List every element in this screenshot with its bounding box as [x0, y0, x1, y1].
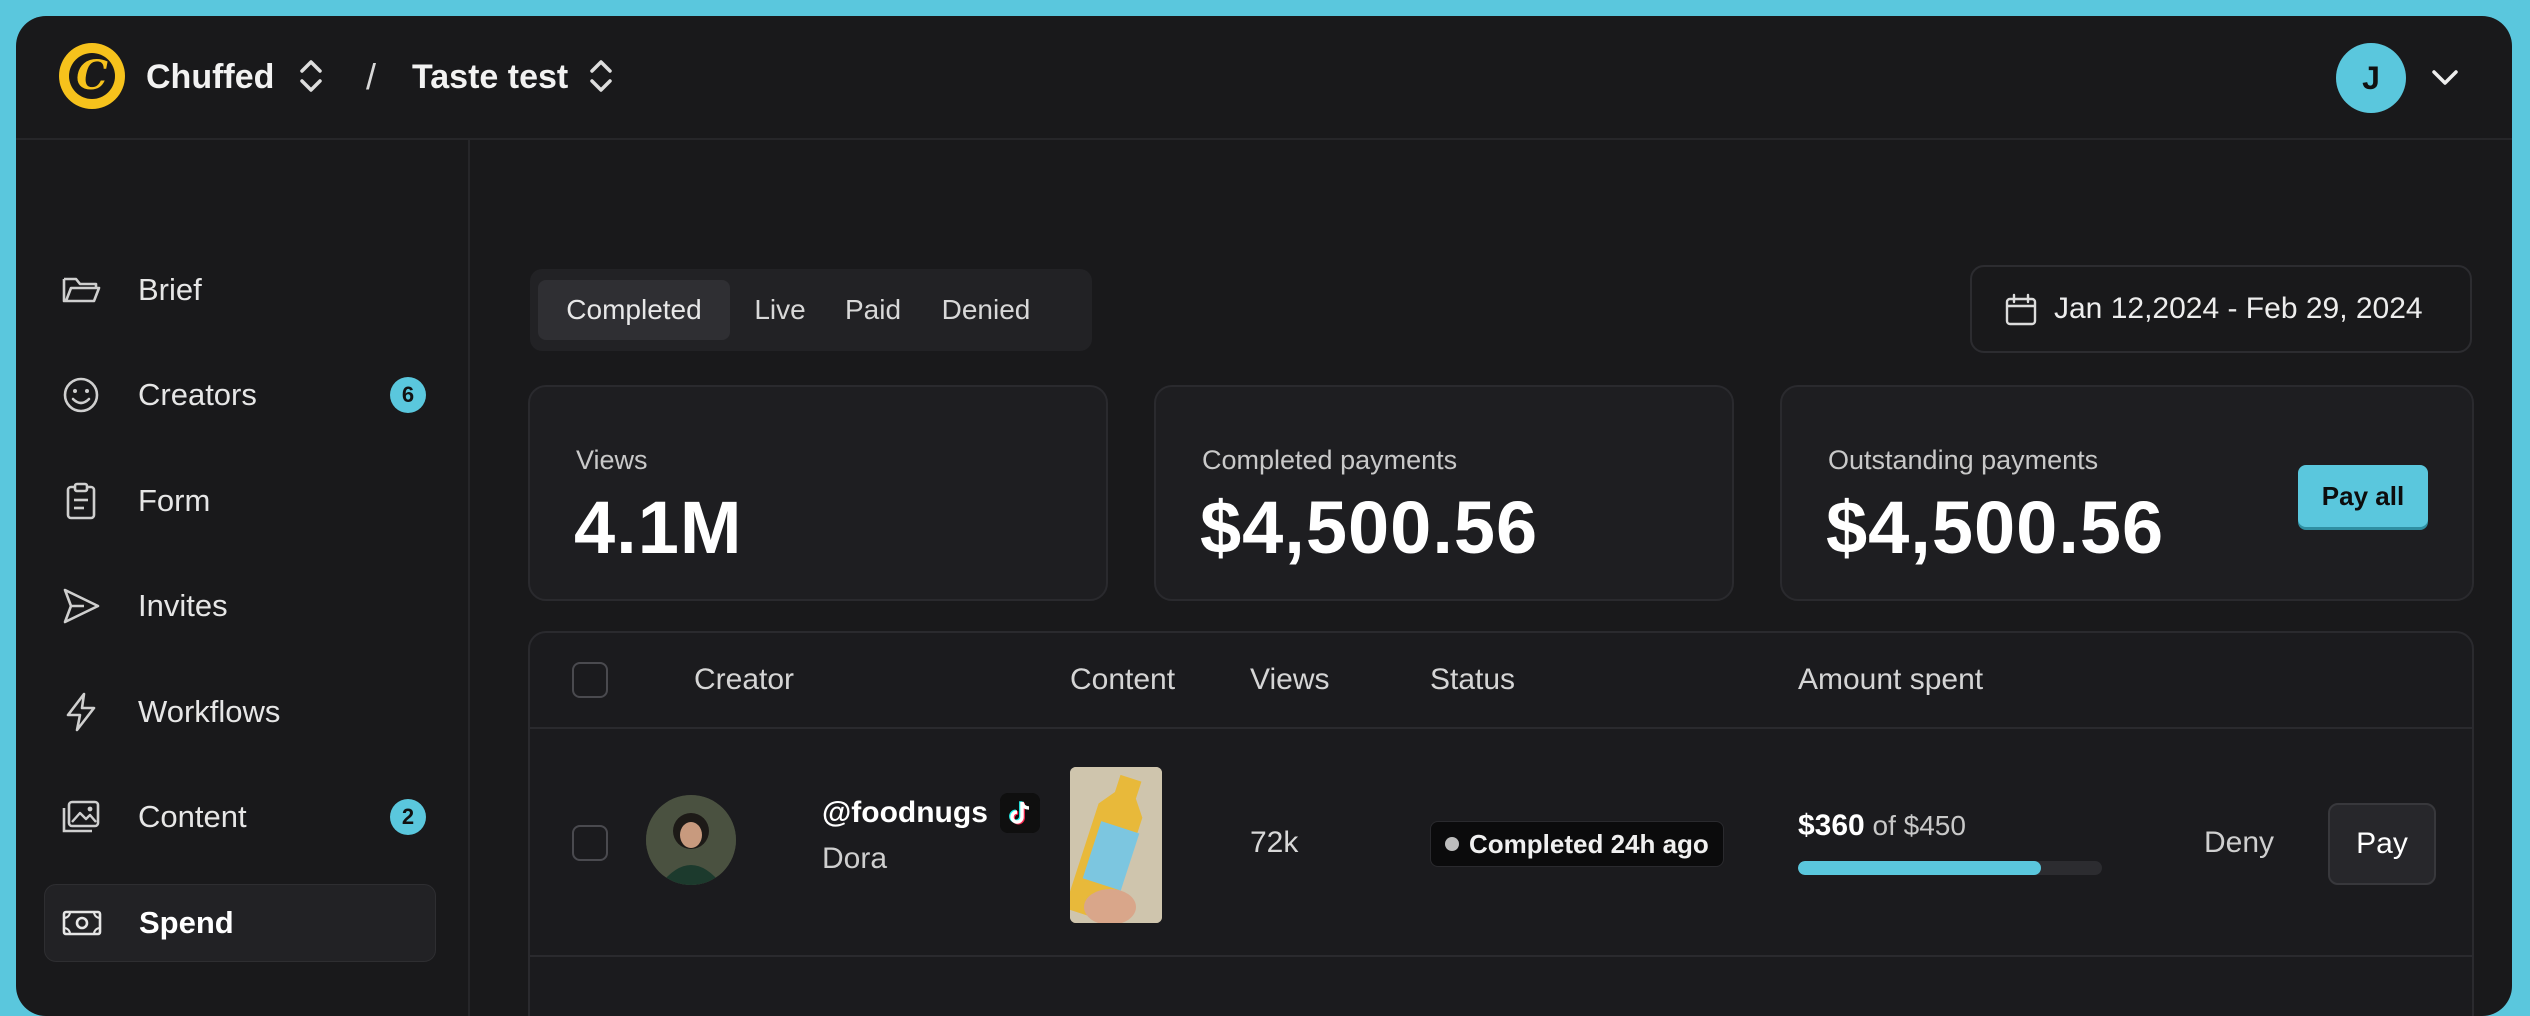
views-value: 4.1M	[574, 486, 743, 569]
amount-spent: $360 of $450	[1798, 809, 1966, 843]
calendar-icon	[2005, 293, 2037, 326]
status-dot	[1445, 837, 1459, 851]
clipboard-icon	[66, 482, 96, 520]
count-badge: 2	[390, 799, 426, 835]
sidebar-item-label: Content	[138, 799, 247, 834]
completed-payments-label: Completed payments	[1202, 445, 1458, 475]
pay-button[interactable]: Pay	[2328, 803, 2436, 885]
sidebar-item-content[interactable]: Content 2	[44, 779, 434, 855]
sidebar-item-label: Form	[138, 483, 211, 518]
views-label: Views	[576, 445, 648, 475]
date-range-picker[interactable]: Jan 12,2024 - Feb 29, 2024	[1970, 265, 2472, 353]
tab-paid[interactable]: Paid	[828, 280, 918, 340]
smiley-icon	[63, 377, 99, 413]
status-badge: Completed 24h ago	[1430, 821, 1724, 867]
tab-denied[interactable]: Denied	[924, 280, 1048, 340]
completed-payments-value: $4,500.56	[1200, 486, 1539, 569]
tab-completed[interactable]: Completed	[538, 280, 730, 340]
deny-button[interactable]: Deny	[2204, 826, 2274, 860]
send-icon	[63, 588, 100, 624]
sidebar: Brief Creators 6 Form Invites Workflows …	[16, 140, 470, 1016]
creator-name: Dora	[822, 842, 888, 875]
column-header-views[interactable]: Views	[1250, 663, 1329, 697]
column-header-creator[interactable]: Creator	[694, 663, 794, 697]
images-icon	[62, 800, 100, 833]
amount-value: $360	[1798, 809, 1865, 842]
spend-progress-fill	[1798, 861, 2042, 875]
row-views: 72k	[1250, 826, 1299, 859]
spend-progress-bar	[1798, 861, 2102, 875]
content-thumbnail[interactable]	[1070, 767, 1162, 923]
lightning-icon	[66, 692, 96, 732]
sidebar-item-label: Brief	[138, 272, 202, 307]
chuffed-logo[interactable]: C	[59, 43, 125, 109]
status-tabs: Completed Live Paid Denied	[530, 269, 1092, 351]
column-header-amount-spent[interactable]: Amount spent	[1798, 663, 1983, 697]
views-card: Views 4.1M	[528, 385, 1108, 601]
money-icon	[62, 910, 102, 936]
chevron-down-icon[interactable]	[2430, 64, 2460, 92]
workspace-switch-icon[interactable]	[296, 56, 326, 96]
creator-avatar	[646, 795, 736, 885]
tab-live[interactable]: Live	[736, 280, 824, 340]
table-row[interactable]: @foodnugs Dora 72k Completed 24h ago $36…	[530, 729, 2472, 957]
table-header: Creator Content Views Status Amount spen…	[530, 633, 2472, 729]
sidebar-item-workflows[interactable]: Workflows	[44, 674, 434, 750]
sidebar-item-creators[interactable]: Creators 6	[44, 357, 434, 433]
sidebar-item-form[interactable]: Form	[44, 463, 434, 539]
user-avatar[interactable]: J	[2336, 43, 2406, 113]
pay-all-button[interactable]: Pay all	[2298, 465, 2428, 527]
workspace-name[interactable]: Chuffed	[146, 57, 274, 97]
app-window: C Chuffed / Taste test J Brief Creators …	[16, 16, 2512, 1016]
date-range-label: Jan 12,2024 - Feb 29, 2024	[2054, 292, 2423, 325]
outstanding-payments-value: $4,500.56	[1826, 486, 2165, 569]
count-badge: 6	[390, 377, 426, 413]
sidebar-item-label: Workflows	[138, 694, 281, 729]
payments-table: Creator Content Views Status Amount spen…	[528, 631, 2474, 1016]
row-checkbox[interactable]	[572, 825, 608, 861]
project-switch-icon[interactable]	[586, 56, 616, 96]
breadcrumb-separator: /	[366, 56, 377, 97]
sidebar-item-label: Invites	[138, 588, 228, 623]
completed-payments-card: Completed payments $4,500.56	[1154, 385, 1734, 601]
status-text: Completed 24h ago	[1469, 828, 1709, 859]
tiktok-icon	[1000, 793, 1040, 833]
select-all-checkbox[interactable]	[572, 662, 608, 698]
amount-total: of $450	[1872, 810, 1966, 841]
sidebar-item-spend[interactable]: Spend	[44, 884, 436, 962]
project-name[interactable]: Taste test	[412, 57, 568, 97]
outstanding-payments-card: Outstanding payments $4,500.56 Pay all	[1780, 385, 2474, 601]
column-header-content[interactable]: Content	[1070, 663, 1175, 697]
outstanding-payments-label: Outstanding payments	[1828, 445, 2099, 475]
sidebar-item-brief[interactable]: Brief	[44, 252, 434, 328]
sidebar-item-label: Spend	[139, 905, 234, 940]
column-header-status[interactable]: Status	[1430, 663, 1515, 697]
creator-handle[interactable]: @foodnugs	[822, 796, 988, 830]
top-bar: C Chuffed / Taste test J	[16, 16, 2512, 140]
sidebar-item-invites[interactable]: Invites	[44, 568, 434, 644]
folder-icon	[62, 277, 101, 303]
sidebar-item-label: Creators	[138, 377, 257, 412]
